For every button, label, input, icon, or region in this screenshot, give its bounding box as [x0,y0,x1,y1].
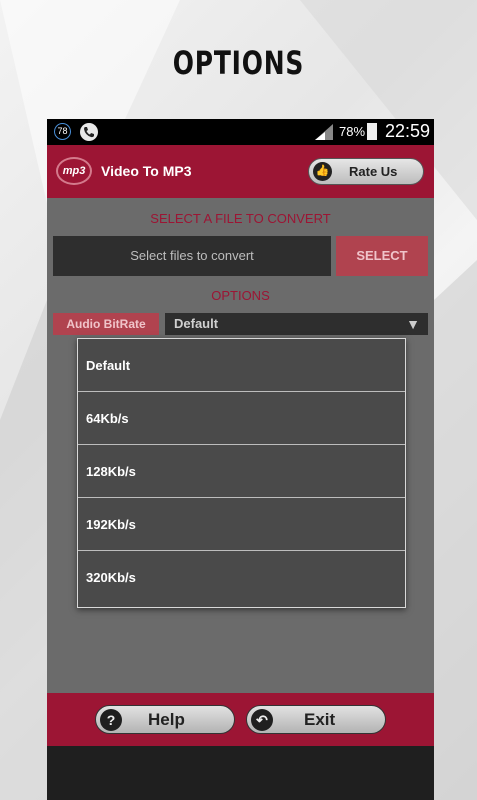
bitrate-option-320[interactable]: 320Kb/s [78,551,405,604]
options-heading: OPTIONS [211,288,270,303]
app-bar: mp3 Video To MP3 👍 Rate Us [47,145,434,198]
select-button[interactable]: SELECT [336,236,428,276]
bitrate-option-64[interactable]: 64Kb/s [78,392,405,445]
system-nav-area [47,746,434,800]
phone-screen: 78 78% 22:59 mp3 Video To MP3 👍 Rate Us … [47,119,434,800]
bitrate-option-192[interactable]: 192Kb/s [78,498,405,551]
bitrate-selected-value: Default [174,316,219,331]
notification-badge: 78 [54,123,71,140]
phone-call-icon [80,123,98,141]
footer-bar: ? Help ↶ Exit [47,693,434,746]
bitrate-option-default[interactable]: Default [78,339,405,392]
bitrate-option-128[interactable]: 128Kb/s [78,445,405,498]
status-bar: 78 78% 22:59 [47,119,434,145]
rate-us-label: Rate Us [349,164,398,179]
battery-icon [367,123,377,140]
clock: 22:59 [385,121,431,141]
exit-icon: ↶ [251,709,273,731]
select-file-heading: SELECT A FILE TO CONVERT [150,211,331,226]
app-logo-icon: mp3 [56,157,92,185]
exit-label: Exit [304,710,336,729]
signal-icon [315,124,333,140]
battery-percent: 78% [339,124,366,139]
audio-bitrate-select[interactable]: Default ▼ [165,313,428,335]
audio-bitrate-label: Audio BitRate [53,313,159,335]
app-title: Video To MP3 [101,163,192,179]
bitrate-dropdown-list: Default 64Kb/s 128Kb/s 192Kb/s 320Kb/s [77,338,406,608]
promo-title: OPTIONS [172,44,305,82]
exit-button[interactable]: ↶ Exit [246,705,386,734]
help-button[interactable]: ? Help [95,705,235,734]
help-label: Help [148,710,185,729]
dropdown-arrow-icon: ▼ [406,316,420,332]
file-select-field[interactable]: Select files to convert [53,236,331,276]
rate-us-button[interactable]: 👍 Rate Us [308,158,424,185]
thumbs-up-icon: 👍 [313,162,332,181]
help-icon: ? [100,709,122,731]
